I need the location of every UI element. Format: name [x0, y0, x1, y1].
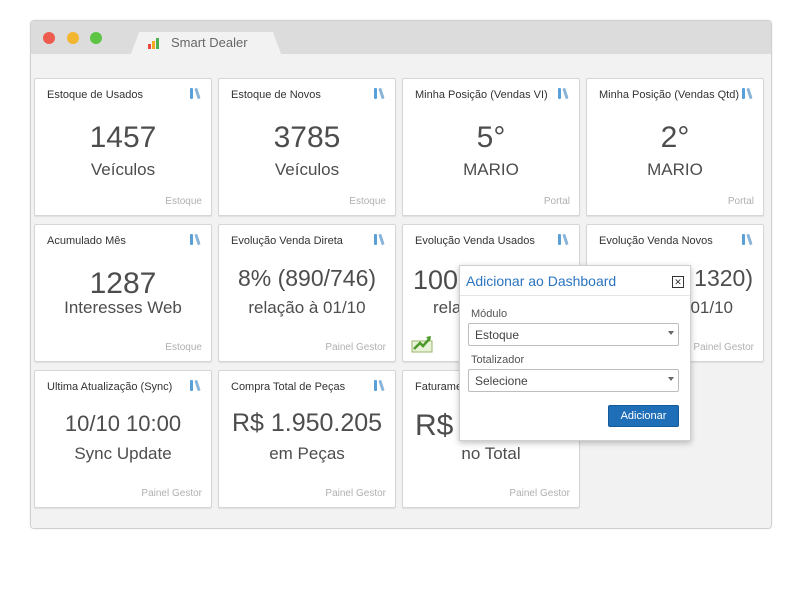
- tab-title: Smart Dealer: [171, 35, 248, 50]
- card-title: Evolução Venda Novos: [599, 235, 713, 247]
- card-source: Estoque: [165, 342, 202, 353]
- add-to-dashboard-dialog: Adicionar ao Dashboard ✕ Módulo Estoque …: [459, 265, 691, 441]
- card-label: MARIO: [647, 160, 703, 179]
- card-label: em Peças: [269, 444, 345, 463]
- card-title: Ultima Atualização (Sync): [47, 381, 173, 393]
- card-label: no Total: [461, 444, 521, 463]
- totalizador-value: Selecione: [475, 374, 528, 388]
- minimize-window-button[interactable]: [67, 32, 79, 44]
- totalizador-select[interactable]: Selecione: [468, 369, 679, 392]
- card-source: Painel Gestor: [693, 342, 754, 353]
- card-source: Portal: [727, 196, 754, 207]
- settings-icon[interactable]: [373, 87, 385, 100]
- modulo-label: Módulo: [471, 308, 508, 320]
- add-button[interactable]: Adicionar: [608, 405, 679, 427]
- card-source: Painel Gestor: [325, 342, 386, 353]
- card-source: Estoque: [349, 196, 386, 207]
- card-value: R$: [415, 409, 454, 442]
- title-bar: Smart Dealer: [31, 21, 771, 54]
- card-value: 5°: [476, 121, 506, 154]
- card-label: MARIO: [463, 160, 519, 179]
- card-value: R$ 1.950.205: [231, 409, 383, 437]
- dialog-title: Adicionar ao Dashboard: [466, 273, 617, 289]
- card-label: rela: [433, 298, 462, 317]
- card-value: 3785: [273, 121, 341, 154]
- card-value: 1457: [89, 121, 157, 154]
- card-value: 2°: [660, 121, 690, 154]
- close-window-button[interactable]: [43, 32, 55, 44]
- card-evolucao-venda-direta[interactable]: Evolução Venda Direta 8% (890/746) relaç…: [218, 224, 396, 362]
- card-label: 01/10: [690, 298, 733, 317]
- chevron-down-icon: [668, 331, 674, 335]
- card-title: Acumulado Mês: [47, 235, 126, 247]
- card-source: Painel Gestor: [141, 488, 202, 499]
- card-title: Evolução Venda Direta: [231, 235, 343, 247]
- card-title: Minha Posição (Vendas Qtd): [599, 89, 740, 101]
- card-ultima-atualizacao[interactable]: Ultima Atualização (Sync) 10/10 10:00 Sy…: [34, 370, 212, 508]
- card-label: Sync Update: [74, 444, 172, 463]
- app-logo-icon: [148, 38, 164, 49]
- card-value: 1287: [89, 267, 157, 300]
- settings-icon[interactable]: [557, 233, 569, 246]
- card-label: relação à 01/10: [248, 298, 366, 317]
- card-title: Estoque de Novos: [231, 89, 321, 101]
- card-title: Evolução Venda Usados: [415, 235, 535, 247]
- card-source: Painel Gestor: [509, 488, 570, 499]
- settings-icon[interactable]: [373, 379, 385, 392]
- maximize-window-button[interactable]: [90, 32, 102, 44]
- settings-icon[interactable]: [189, 379, 201, 392]
- card-value: 8% (890/746): [237, 265, 377, 291]
- close-icon[interactable]: ✕: [672, 276, 684, 288]
- settings-icon[interactable]: [741, 87, 753, 100]
- divider: [460, 295, 690, 296]
- card-source: Portal: [543, 196, 570, 207]
- card-label: Veículos: [274, 160, 340, 179]
- card-title: Estoque de Usados: [47, 89, 144, 101]
- card-source: Painel Gestor: [325, 488, 386, 499]
- card-title: Minha Posição (Vendas VI): [415, 89, 548, 101]
- card-estoque-usados[interactable]: Estoque de Usados 1457 Veículos Estoque: [34, 78, 212, 216]
- card-source: Estoque: [165, 196, 202, 207]
- settings-icon[interactable]: [557, 87, 569, 100]
- modulo-select[interactable]: Estoque: [468, 323, 679, 346]
- card-value: 100: [413, 265, 459, 295]
- card-estoque-novos[interactable]: Estoque de Novos 3785 Veículos Estoque: [218, 78, 396, 216]
- totalizador-label: Totalizador: [471, 354, 525, 366]
- settings-icon[interactable]: [189, 87, 201, 100]
- modulo-value: Estoque: [475, 328, 520, 342]
- card-value: 1320): [694, 265, 753, 291]
- settings-icon[interactable]: [373, 233, 385, 246]
- card-compra-total-pecas[interactable]: Compra Total de Peças R$ 1.950.205 em Pe…: [218, 370, 396, 508]
- settings-icon[interactable]: [189, 233, 201, 246]
- card-value: 10/10 10:00: [64, 411, 182, 436]
- chevron-down-icon: [668, 377, 674, 381]
- settings-icon[interactable]: [741, 233, 753, 246]
- browser-tab[interactable]: Smart Dealer: [131, 32, 281, 54]
- card-acumulado-mes[interactable]: Acumulado Mês 1287 Interesses Web Estoqu…: [34, 224, 212, 362]
- card-label: Interesses Web: [64, 298, 182, 317]
- card-posicao-vendas-vl[interactable]: Minha Posição (Vendas VI) 5° MARIO Porta…: [402, 78, 580, 216]
- card-posicao-vendas-qtd[interactable]: Minha Posição (Vendas Qtd) 2° MARIO Port…: [586, 78, 764, 216]
- card-title: Compra Total de Peças: [231, 381, 346, 393]
- trend-up-icon: [411, 336, 433, 353]
- card-label: Veículos: [90, 160, 156, 179]
